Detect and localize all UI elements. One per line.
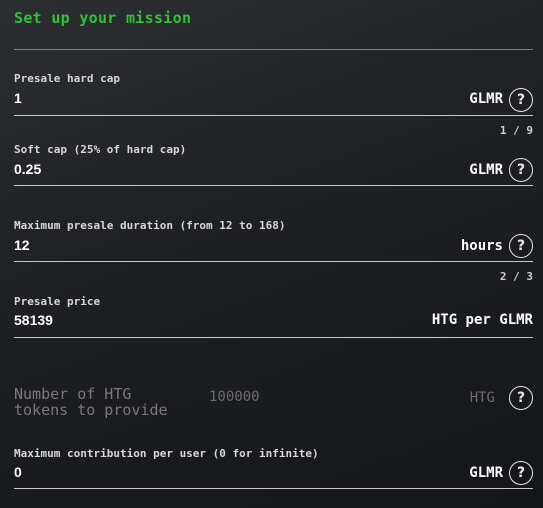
max-contribution-input[interactable] <box>14 464 314 480</box>
duration-underline <box>14 261 533 262</box>
soft-cap-input[interactable] <box>14 161 314 177</box>
tokens-label-line1: Number of HTG <box>14 385 132 403</box>
hard-cap-pager: 1 / 9 <box>499 124 533 137</box>
soft-cap-underline <box>14 185 533 186</box>
tokens-unit: HTG <box>469 390 495 406</box>
soft-cap-help-icon[interactable]: ? <box>509 158 533 182</box>
max-contribution-help-icon[interactable]: ? <box>509 461 533 485</box>
title-divider <box>14 49 533 50</box>
tokens-input[interactable] <box>209 389 409 405</box>
hard-cap-unit: GLMR <box>469 91 503 107</box>
duration-help-icon[interactable]: ? <box>509 234 533 258</box>
hard-cap-underline <box>14 115 533 116</box>
price-label: Presale price <box>14 295 101 308</box>
tokens-label-line2: tokens to provide <box>14 401 168 419</box>
max-contribution-underline <box>14 488 533 489</box>
max-contribution-label: Maximum contribution per user (0 for inf… <box>14 447 319 460</box>
soft-cap-label: Soft cap (25% of hard cap) <box>14 143 187 156</box>
soft-cap-unit: GLMR <box>469 162 503 178</box>
price-input[interactable] <box>14 312 314 328</box>
duration-input[interactable] <box>14 237 314 253</box>
price-unit: HTG per GLMR <box>431 312 533 328</box>
hard-cap-label: Presale hard cap <box>14 72 120 85</box>
hard-cap-input[interactable] <box>14 90 314 106</box>
duration-unit: hours <box>460 238 503 254</box>
duration-pager: 2 / 3 <box>499 270 533 283</box>
page-title: Set up your mission <box>14 9 192 27</box>
hard-cap-help-icon[interactable]: ? <box>509 88 533 112</box>
max-contribution-unit: GLMR <box>469 465 503 481</box>
price-underline <box>14 337 533 338</box>
tokens-help-icon[interactable]: ? <box>509 386 533 410</box>
duration-label: Maximum presale duration (from 12 to 168… <box>14 219 286 232</box>
